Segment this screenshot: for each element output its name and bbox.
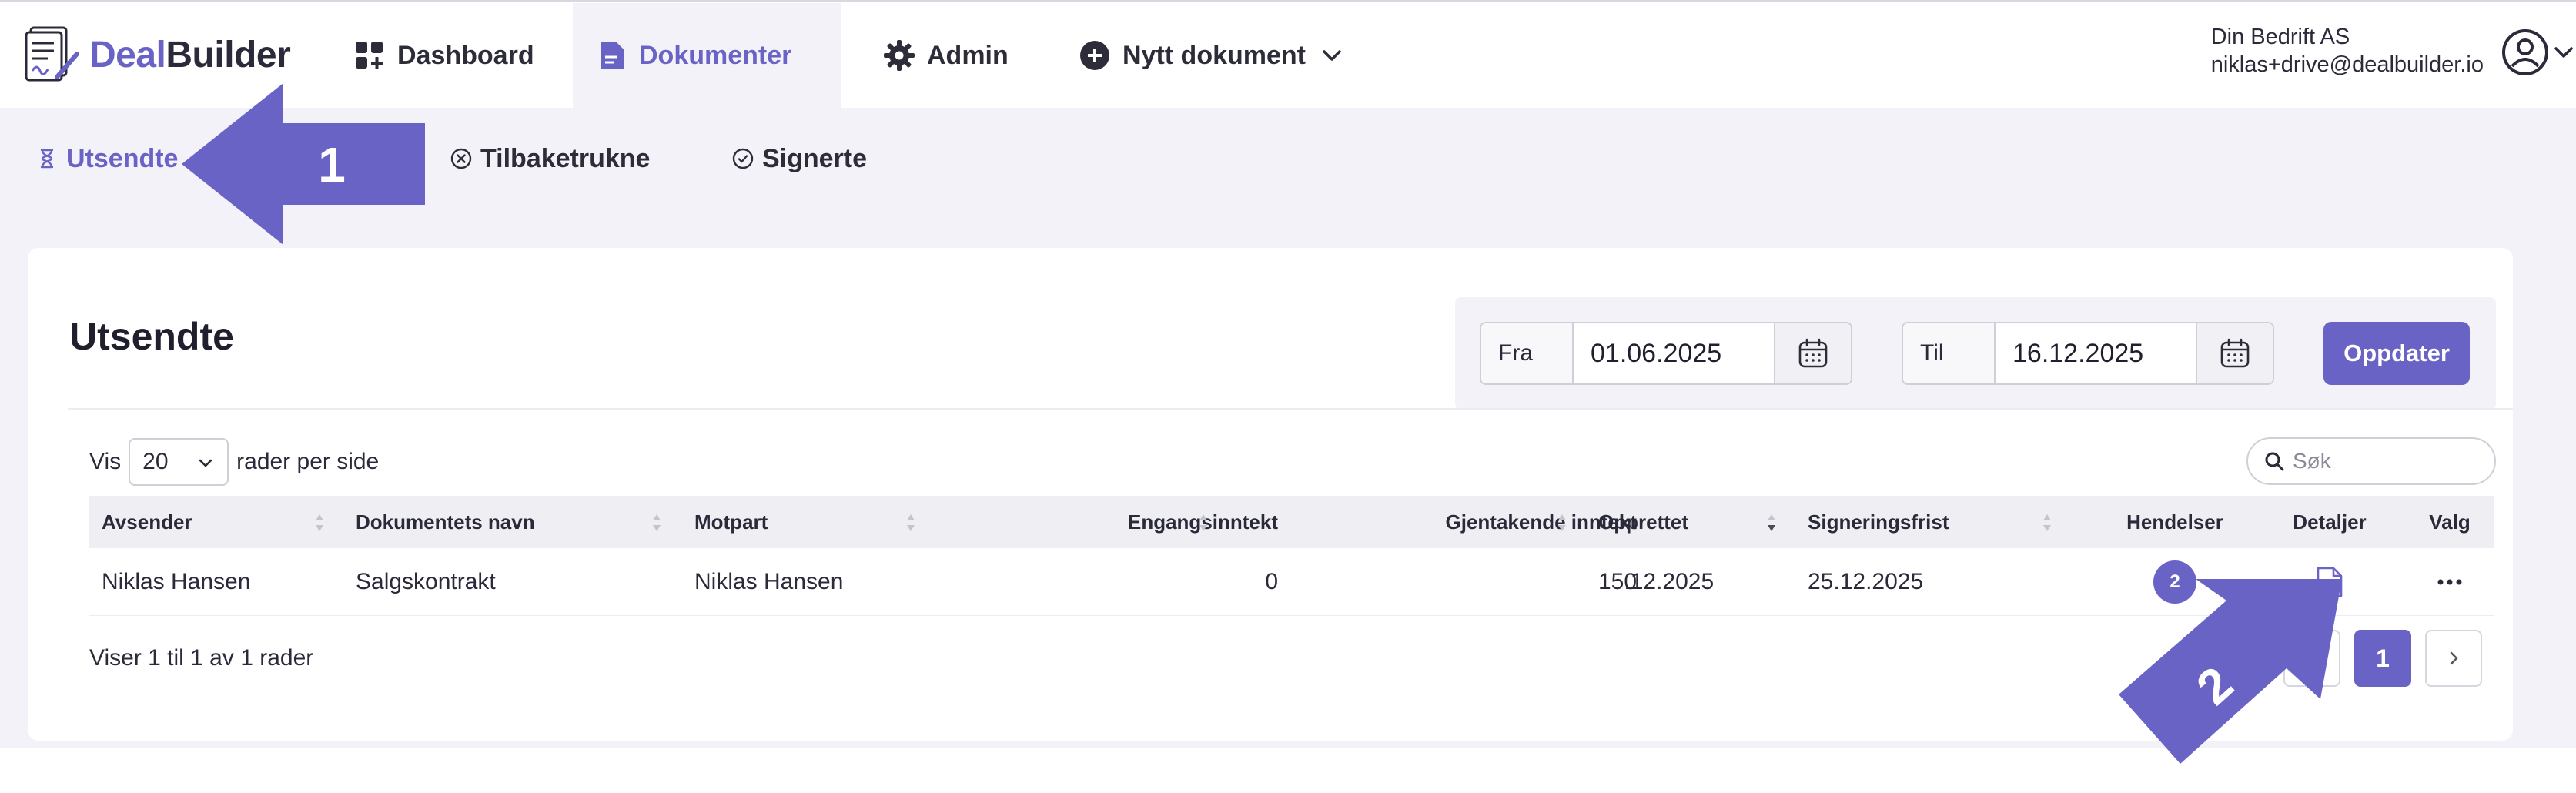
rows-prefix: Vis [89, 449, 122, 474]
cell-avsender: Niklas Hansen [102, 569, 251, 594]
date-from-picker-button[interactable] [1774, 323, 1851, 383]
table-header: Avsender Dokumentets navn Motpart Engang… [89, 496, 2494, 548]
pagination-page-button[interactable]: 1 [2354, 630, 2411, 687]
column-avsender[interactable]: Avsender [102, 496, 192, 548]
sort-icon[interactable] [2042, 513, 2052, 533]
cell-opprettet: 15.12.2025 [1598, 569, 1715, 594]
cell-signeringsfrist: 25.12.2025 [1808, 569, 1924, 594]
logo-text-deal: Deal [89, 34, 166, 75]
nav-admin[interactable]: Admin [861, 3, 1030, 108]
nav-dokumenter-label: Dokumenter [639, 40, 792, 70]
column-gjentakende-inntekt[interactable]: Gjentakende inntekt [1290, 496, 1638, 548]
tab-utsendte-label: Utsendte [66, 143, 179, 173]
chevron-right-icon [2450, 651, 2458, 665]
tab-tilbaketrukne-label: Tilbaketrukne [480, 143, 651, 173]
search-input[interactable] [2293, 449, 2477, 473]
logo[interactable]: DealBuilder [23, 20, 291, 89]
cell-dokument: Salgskontrakt [356, 569, 496, 594]
date-from-input[interactable]: 01.06.2025 [1574, 323, 1774, 383]
sort-icon[interactable] [905, 513, 916, 533]
tab-signerte-label: Signerte [762, 143, 868, 173]
calendar-icon [2220, 338, 2250, 368]
column-opprettet[interactable]: Opprettet [1598, 496, 1688, 548]
column-engangsinntekt[interactable]: Engangsinntekt [959, 496, 1278, 548]
account-chevron-down-icon[interactable] [2551, 40, 2576, 65]
account-email: niklas+drive@dealbuilder.io [2210, 52, 2484, 77]
search-box[interactable] [2246, 437, 2496, 485]
nav-dokumenter[interactable]: Dokumenter [573, 3, 841, 108]
rows-per-page-select[interactable]: 20 [129, 438, 229, 486]
cell-valg [2414, 548, 2485, 616]
page-title: Utsendte [69, 315, 234, 358]
sort-icon[interactable] [1198, 513, 1209, 533]
tab-utsendte[interactable]: Utsendte [35, 139, 178, 179]
date-to-input[interactable]: 16.12.2025 [1996, 323, 2196, 383]
document-signature-icon [25, 26, 79, 82]
date-to-label: Til [1903, 323, 1996, 383]
cell-gjentakende: 0 [1624, 569, 1637, 594]
column-signeringsfrist[interactable]: Signeringsfrist [1808, 496, 1949, 548]
column-hendelser: Hendelser [2126, 510, 2223, 534]
date-from-group: Fra 01.06.2025 [1480, 322, 1852, 385]
date-to-picker-button[interactable] [2196, 323, 2273, 383]
chevron-down-icon [199, 459, 212, 467]
logo-text: DealBuilder [89, 34, 291, 76]
date-to-group: Til 16.12.2025 [1902, 322, 2274, 385]
annotation-arrow-1-label: 1 [318, 137, 346, 192]
document-icon [601, 42, 624, 69]
column-valg: Valg [2429, 510, 2471, 534]
sort-icon[interactable] [651, 513, 662, 533]
more-options-icon[interactable] [2436, 577, 2464, 587]
gear-icon [884, 40, 915, 71]
column-detaljer: Detaljer [2293, 510, 2367, 534]
user-avatar-icon[interactable] [2501, 28, 2550, 77]
tab-tilbaketrukne[interactable]: Tilbaketrukne [450, 139, 650, 179]
nav-nytt-dokument[interactable]: Nytt dokument [1056, 3, 1367, 108]
sort-icon[interactable] [1557, 513, 1567, 533]
hourglass-icon [40, 149, 54, 169]
logo-text-builder: Builder [166, 34, 291, 75]
annotation-arrow-2: 2 [2119, 579, 2342, 764]
pagination-next-button[interactable] [2425, 630, 2482, 687]
update-button[interactable]: Oppdater [2323, 322, 2470, 385]
sort-desc-icon[interactable] [1766, 513, 1777, 533]
calendar-icon [1798, 338, 1828, 368]
rows-suffix: rader per side [236, 449, 380, 474]
search-icon [2265, 452, 2284, 471]
cell-engangsinntekt: 0 [1265, 569, 1278, 594]
column-dokumentets-navn[interactable]: Dokumentets navn [356, 496, 535, 548]
card-divider [68, 408, 2513, 410]
x-circle-icon [450, 148, 472, 169]
date-from-label: Fra [1481, 323, 1574, 383]
account-info[interactable]: Din Bedrift AS niklas+drive@dealbuilder.… [2211, 23, 2484, 79]
check-circle-icon [732, 148, 754, 169]
plus-circle-icon [1080, 41, 1109, 70]
tab-signerte[interactable]: Signerte [731, 139, 867, 179]
chevron-down-icon [1323, 50, 1341, 61]
rows-per-page-value: 20 [142, 449, 169, 474]
nav-nytt-dokument-label: Nytt dokument [1122, 40, 1306, 70]
pagination-info: Viser 1 til 1 av 1 rader [89, 645, 314, 671]
dashboard-icon [356, 42, 383, 69]
nav-admin-label: Admin [927, 40, 1009, 70]
nav-dashboard-label: Dashboard [397, 40, 534, 70]
account-company: Din Bedrift AS [2210, 25, 2350, 49]
column-motpart[interactable]: Motpart [694, 496, 768, 548]
annotation-arrow-1: 1 [182, 83, 425, 245]
sort-icon[interactable] [314, 513, 325, 533]
rows-per-page-control: Vis 20 rader per side [89, 437, 379, 487]
cell-motpart: Niklas Hansen [694, 569, 844, 594]
